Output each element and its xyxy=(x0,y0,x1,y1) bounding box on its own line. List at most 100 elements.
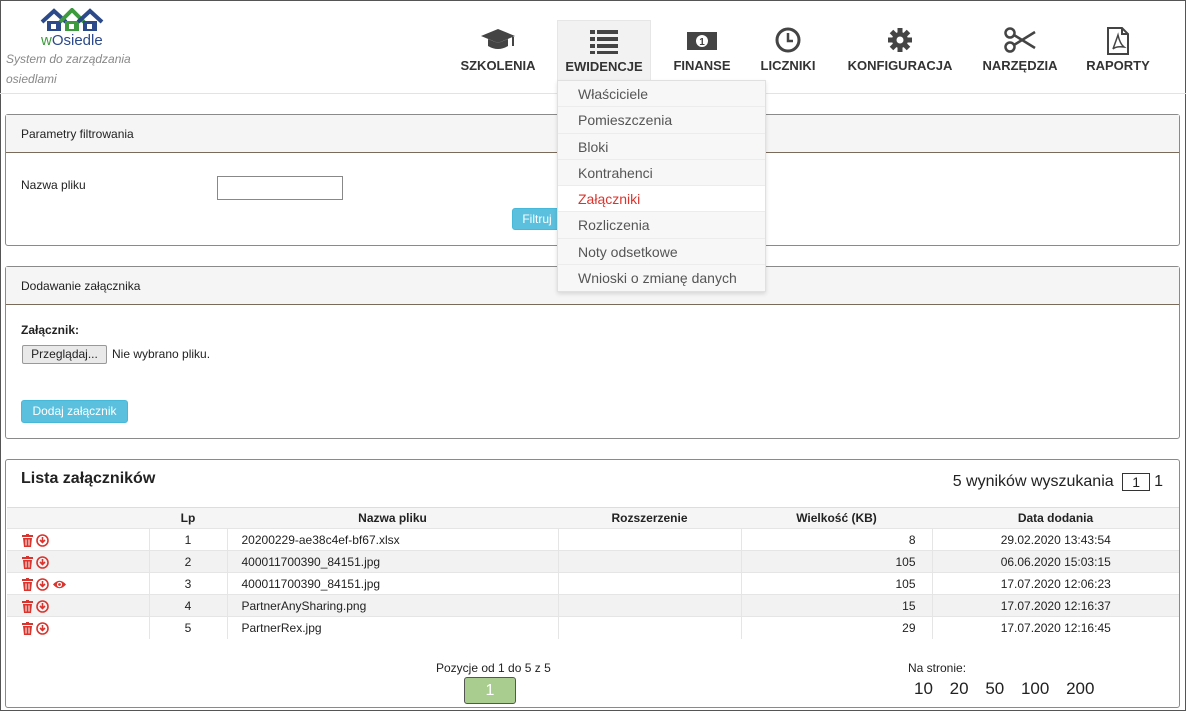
cell-size: 15 xyxy=(740,594,932,617)
nav-ewidencje[interactable]: EWIDENCJE xyxy=(557,20,651,82)
menu-item-zalaczniki[interactable]: Załączniki xyxy=(558,186,765,213)
add-attachment-button[interactable]: Dodaj załącznik xyxy=(21,400,128,423)
browse-button[interactable]: Przeglądaj... xyxy=(22,345,107,364)
cell-filename: 20200229-ae38c4ef-bf67.xlsx xyxy=(226,528,558,551)
preview-eye-icon[interactable] xyxy=(52,576,70,590)
svg-text:1: 1 xyxy=(699,37,705,48)
cell-filename: 400011700390_84151.jpg xyxy=(226,572,558,595)
menu-item-pomieszczenia[interactable]: Pomieszczenia xyxy=(558,107,765,134)
col-size: Wielkość (KB) xyxy=(741,507,932,529)
cell-date: 29.02.2020 13:43:54 xyxy=(931,528,1179,551)
results-summary: 5 wyników wyszukania 11 xyxy=(953,473,1163,491)
delete-icon[interactable] xyxy=(22,554,36,569)
cell-extension xyxy=(557,572,741,595)
scissors-icon xyxy=(976,26,1064,56)
per-page-50[interactable]: 50 xyxy=(985,679,1004,698)
cell-date: 17.07.2020 12:16:45 xyxy=(931,616,1179,639)
money-icon: 1 xyxy=(664,26,740,56)
pdf-icon xyxy=(1078,26,1158,56)
attachments-table: Lp Nazwa pliku Rozszerzenie Wielkość (KB… xyxy=(7,507,1179,639)
cell-extension xyxy=(557,594,741,617)
cell-extension xyxy=(557,528,741,551)
menu-item-wnioski[interactable]: Wnioski o zmianę danych xyxy=(558,265,765,291)
cell-size: 105 xyxy=(740,550,932,573)
cell-lp: 3 xyxy=(148,572,227,595)
clock-icon xyxy=(752,26,824,56)
nav-finanse[interactable]: 1 FINANSE xyxy=(664,20,740,82)
delete-icon[interactable] xyxy=(22,598,36,613)
cell-date: 06.06.2020 15:03:15 xyxy=(931,550,1179,573)
per-page-10[interactable]: 10 xyxy=(914,679,933,698)
table-row: 3 400011700390_84151.jpg 105 17.07.2020 12:… xyxy=(7,572,1179,595)
row-actions xyxy=(7,528,149,551)
nav-raporty[interactable]: RAPORTY xyxy=(1078,20,1158,82)
col-date: Data dodania xyxy=(932,507,1179,529)
graduation-cap-icon xyxy=(446,26,550,56)
nav-konfiguracja[interactable]: KONFIGURACJA xyxy=(838,20,962,82)
cell-size: 105 xyxy=(740,572,932,595)
download-icon[interactable] xyxy=(36,598,52,613)
nav-narzedzia[interactable]: NARZĘDZIA xyxy=(976,20,1064,82)
cell-lp: 2 xyxy=(148,550,227,573)
page-total: 1 xyxy=(1154,473,1163,491)
no-file-text: Nie wybrano pliku. xyxy=(112,347,211,361)
col-ext: Rozszerzenie xyxy=(558,507,741,529)
cell-lp: 5 xyxy=(148,616,227,639)
download-icon[interactable] xyxy=(36,532,52,547)
cell-filename: 400011700390_84151.jpg xyxy=(226,550,558,573)
col-lp: Lp xyxy=(149,507,227,529)
list-icon xyxy=(558,27,650,57)
list-title: Lista załączników xyxy=(21,470,156,487)
per-page-label: Na stronie: xyxy=(908,661,967,675)
logo-text: wOsiedle xyxy=(41,32,103,49)
filter-button[interactable]: Filtruj xyxy=(512,208,562,230)
filename-input[interactable] xyxy=(217,176,343,200)
logo[interactable] xyxy=(38,8,118,32)
nav-szkolenia[interactable]: SZKOLENIA xyxy=(446,20,550,82)
menu-item-rozliczenia[interactable]: Rozliczenia xyxy=(558,212,765,239)
cell-lp: 1 xyxy=(148,528,227,551)
table-row: 1 20200229-ae38c4ef-bf67.xlsx 8 29.02.2020 … xyxy=(7,528,1179,551)
attachments-list-panel: Lista załączników 5 wyników wyszukania 1… xyxy=(5,459,1180,708)
ewidencje-dropdown: Właściciele Pomieszczenia Bloki Kontrahe… xyxy=(557,80,766,293)
menu-item-bloki[interactable]: Bloki xyxy=(558,134,765,160)
download-icon[interactable] xyxy=(36,576,52,591)
cell-extension xyxy=(557,550,741,573)
table-row: 5 PartnerRex.jpg 29 17.07.2020 12:16:45 xyxy=(7,616,1179,639)
per-page-200[interactable]: 200 xyxy=(1066,679,1094,698)
download-icon[interactable] xyxy=(36,621,52,635)
row-actions xyxy=(7,616,149,639)
filename-label: Nazwa pliku xyxy=(21,178,86,192)
cell-size: 29 xyxy=(740,616,932,639)
cell-filename: PartnerRex.jpg xyxy=(226,616,558,639)
cell-date: 17.07.2020 12:06:23 xyxy=(931,572,1179,595)
cell-lp: 4 xyxy=(148,594,227,617)
houses-icon xyxy=(40,8,104,31)
tagline: System do zarządzania osiedlami xyxy=(6,52,131,86)
table-row: 2 400011700390_84151.jpg 105 06.06.2020 15:… xyxy=(7,550,1179,573)
delete-icon[interactable] xyxy=(22,621,36,635)
page-button[interactable]: 1 xyxy=(464,677,516,704)
download-icon[interactable] xyxy=(36,554,52,569)
menu-item-noty-odsetkowe[interactable]: Noty odsetkowe xyxy=(558,239,765,266)
table-header-row: Lp Nazwa pliku Rozszerzenie Wielkość (KB… xyxy=(7,507,1179,529)
cell-size: 8 xyxy=(740,528,932,551)
delete-icon[interactable] xyxy=(22,532,36,547)
position-text: Pozycje od 1 do 5 z 5 xyxy=(436,661,551,675)
nav-liczniki[interactable]: LICZNIKI xyxy=(752,20,824,82)
per-page-100[interactable]: 100 xyxy=(1021,679,1049,698)
cell-extension xyxy=(557,616,741,639)
delete-icon[interactable] xyxy=(22,576,36,591)
row-actions xyxy=(7,550,149,573)
cell-date: 17.07.2020 12:16:37 xyxy=(931,594,1179,617)
row-actions xyxy=(7,572,149,595)
per-page-20[interactable]: 20 xyxy=(950,679,969,698)
menu-item-wlasciciele[interactable]: Właściciele xyxy=(558,81,765,108)
table-row: 4 PartnerAnySharing.png 15 17.07.2020 12:16… xyxy=(7,594,1179,617)
row-actions xyxy=(7,594,149,617)
page-number-box[interactable]: 1 xyxy=(1122,473,1151,491)
col-actions xyxy=(7,507,149,529)
col-name: Nazwa pliku xyxy=(227,507,558,529)
results-count: 5 wyników wyszukania xyxy=(952,473,1114,491)
menu-item-kontrahenci[interactable]: Kontrahenci xyxy=(558,160,765,187)
